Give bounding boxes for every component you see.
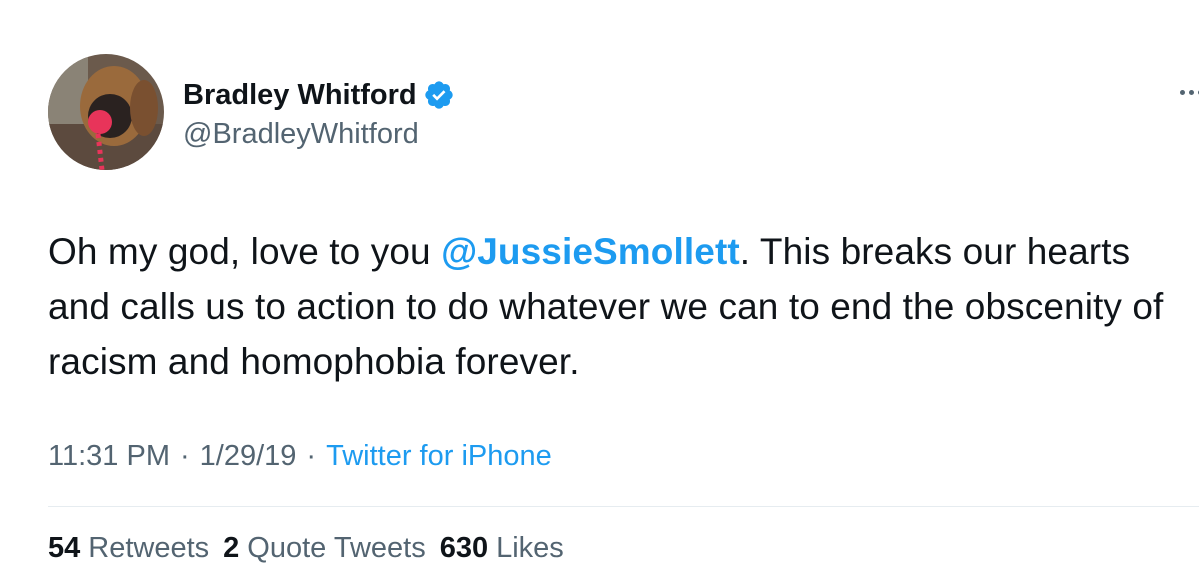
- name-row: Bradley Whitford: [183, 76, 455, 114]
- retweets-count: 54: [48, 532, 81, 564]
- source-link[interactable]: Twitter for iPhone: [326, 440, 552, 473]
- avatar[interactable]: [48, 54, 164, 170]
- quotes-label: Quote Tweets: [247, 532, 426, 564]
- retweets-stat[interactable]: 54 Retweets: [48, 532, 209, 565]
- likes-count: 630: [439, 532, 489, 564]
- tweet-stats: 54 Retweets 2 Quote Tweets 630 Likes: [48, 532, 578, 565]
- retweets-label: Retweets: [88, 532, 210, 564]
- dog-avatar-icon: [48, 54, 164, 170]
- more-options-icon[interactable]: [1180, 84, 1199, 100]
- author-block: Bradley Whitford @BradleyWhitford: [183, 76, 455, 151]
- likes-label: Likes: [496, 532, 564, 564]
- meta-separator: ·: [306, 440, 317, 472]
- meta-separator: ·: [179, 440, 190, 472]
- mention-link[interactable]: @JussieSmollett: [441, 231, 740, 272]
- timestamp-time[interactable]: 11:31 PM: [48, 440, 170, 473]
- tweet-text: Oh my god, love to you @JussieSmollett. …: [48, 224, 1188, 389]
- quotes-count: 2: [223, 532, 240, 564]
- verified-badge-icon: [423, 79, 455, 111]
- quotes-stat[interactable]: 2 Quote Tweets: [223, 532, 426, 565]
- divider: [48, 506, 1199, 507]
- likes-stat[interactable]: 630 Likes: [440, 532, 564, 565]
- timestamp-date[interactable]: 1/29/19: [200, 440, 297, 473]
- handle[interactable]: @BradleyWhitford: [183, 118, 455, 151]
- tweet-text-start: Oh my god, love to you: [48, 231, 442, 272]
- tweet-meta: 11:31 PM · 1/29/19 · Twitter for iPhone: [48, 440, 552, 473]
- display-name[interactable]: Bradley Whitford: [183, 79, 417, 112]
- tweet-card: Bradley Whitford @BradleyWhitford Oh my …: [0, 0, 1199, 579]
